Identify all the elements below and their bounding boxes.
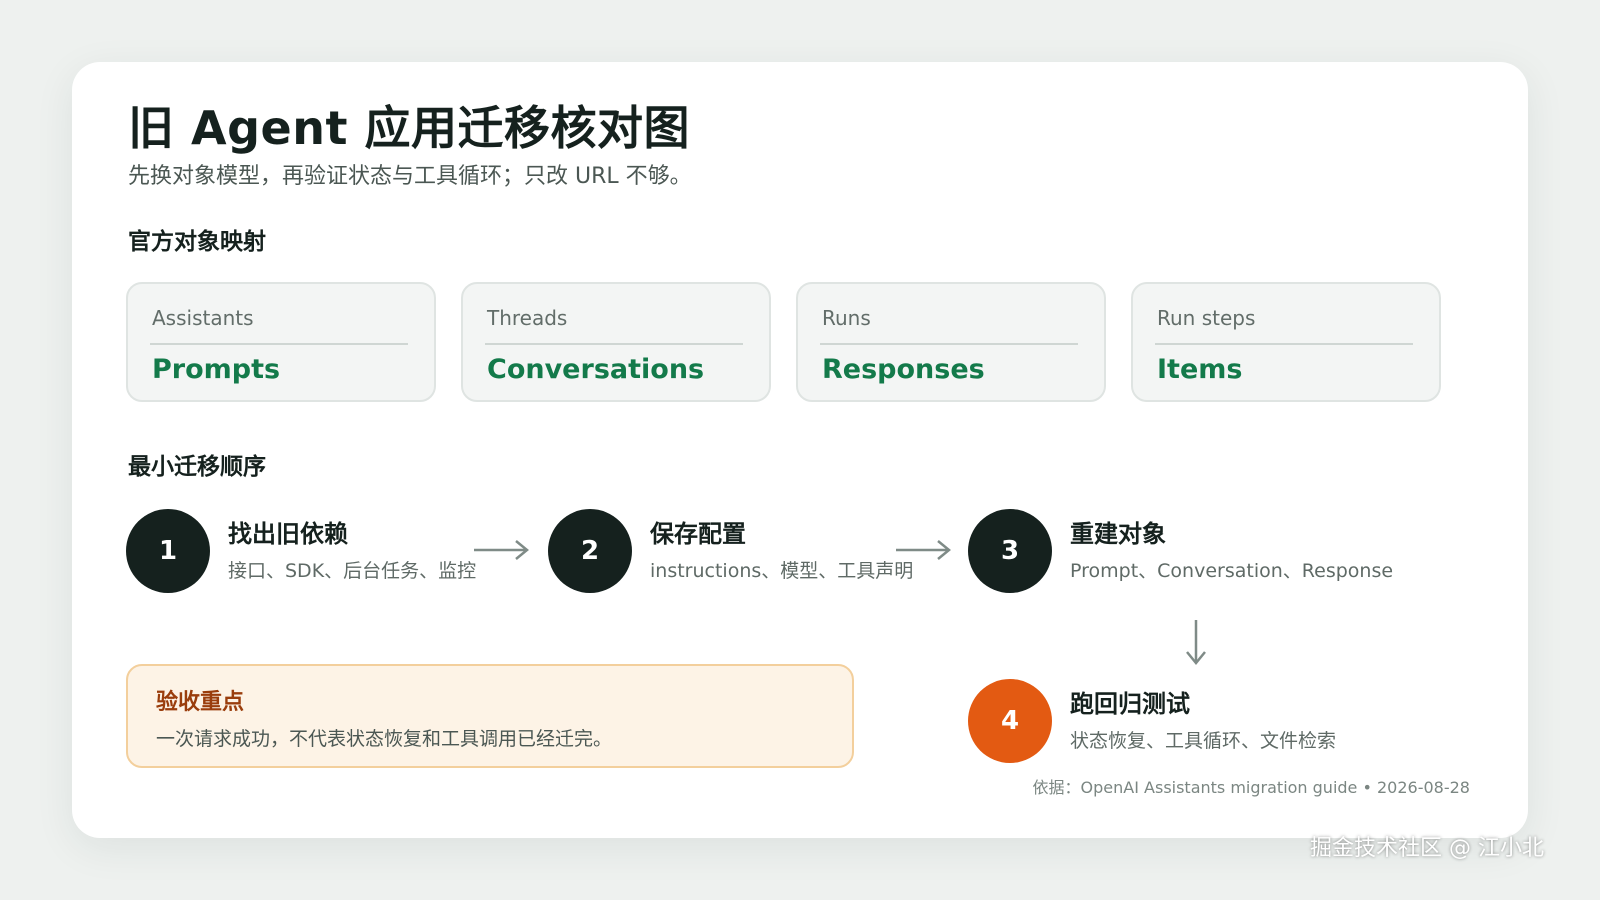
main-card: 旧 Agent 应用迁移核对图 先换对象模型，再验证状态与工具循环；只改 URL… (72, 62, 1528, 838)
mapping-card-runs: Runs Responses (796, 282, 1106, 402)
mapping-new-name: Items (1157, 354, 1243, 385)
step-3-desc: Prompt、Conversation、Response (1070, 560, 1394, 582)
step-1-desc: 接口、SDK、后台任务、监控 (228, 560, 477, 582)
step-2-desc: instructions、模型、工具声明 (650, 560, 914, 582)
acceptance-desc: 一次请求成功，不代表状态恢复和工具调用已经迁完。 (156, 728, 613, 750)
mapping-old-name: Runs (822, 306, 871, 330)
step-1-title: 找出旧依赖 (228, 520, 348, 548)
mapping-new-name: Conversations (487, 354, 705, 385)
arrow-down-icon (1186, 620, 1206, 665)
step-3-title: 重建对象 (1070, 520, 1166, 548)
mapping-card-run-steps: Run steps Items (1131, 282, 1441, 402)
acceptance-title: 验收重点 (156, 690, 245, 715)
mapping-divider (1155, 343, 1413, 345)
mapping-divider (150, 343, 408, 345)
mapping-divider (820, 343, 1078, 345)
page-title: 旧 Agent 应用迁移核对图 (128, 101, 690, 155)
migration-section-title: 最小迁移顺序 (128, 454, 266, 480)
mapping-old-name: Run steps (1157, 306, 1256, 330)
step-4-title: 跑回归测试 (1070, 690, 1190, 718)
step-2-title: 保存配置 (650, 520, 746, 548)
watermark: 掘金技术社区 @ 江小北 (1310, 836, 1544, 861)
mapping-new-name: Prompts (152, 354, 281, 385)
mapping-section-title: 官方对象映射 (128, 229, 266, 255)
acceptance-callout: 验收重点 一次请求成功，不代表状态恢复和工具调用已经迁完。 (126, 664, 854, 768)
source-note: 依据：OpenAI Assistants migration guide • 2… (1032, 778, 1470, 797)
step-1-circle: 1 (126, 509, 210, 593)
mapping-divider (485, 343, 743, 345)
arrow-right-icon (896, 540, 951, 560)
mapping-card-threads: Threads Conversations (461, 282, 771, 402)
step-4-desc: 状态恢复、工具循环、文件检索 (1070, 730, 1337, 752)
step-4-circle: 4 (968, 679, 1052, 763)
mapping-old-name: Assistants (152, 306, 254, 330)
step-3-circle: 3 (968, 509, 1052, 593)
mapping-card-assistants: Assistants Prompts (126, 282, 436, 402)
mapping-new-name: Responses (822, 354, 985, 385)
mapping-old-name: Threads (487, 306, 568, 330)
page-subtitle: 先换对象模型，再验证状态与工具循环；只改 URL 不够。 (128, 164, 692, 189)
step-2-circle: 2 (548, 509, 632, 593)
arrow-right-icon (474, 540, 529, 560)
